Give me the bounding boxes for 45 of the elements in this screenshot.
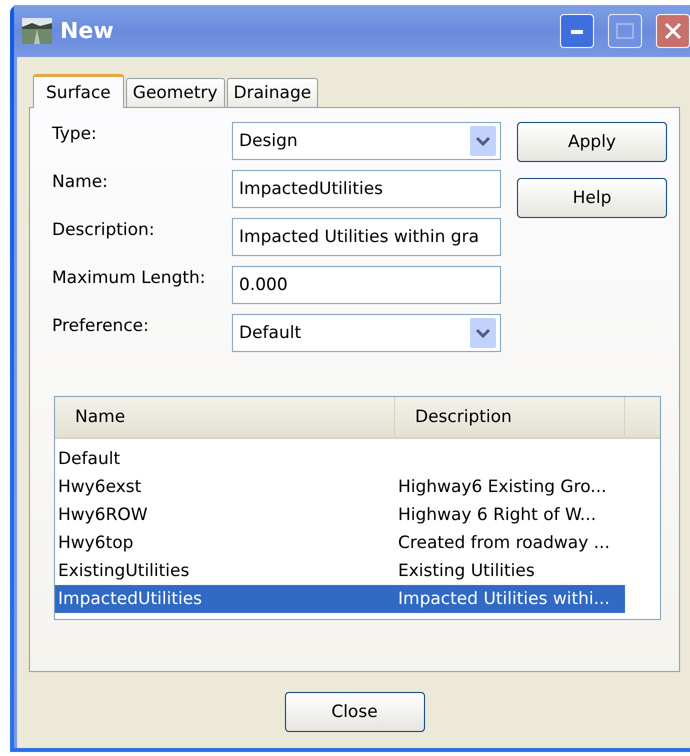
maximize-button[interactable] (608, 14, 642, 48)
close-dialog-button[interactable]: Close (284, 692, 424, 732)
tab[interactable]: Geometry (126, 78, 225, 107)
caret-icon (470, 126, 496, 156)
column-header[interactable]: Description (395, 397, 625, 437)
window-title: New (60, 18, 115, 44)
close-icon (663, 21, 683, 41)
list-row[interactable]: ImpactedUtilities Impacted Utilities withi... (55, 585, 625, 613)
minimize-button[interactable] (560, 14, 594, 48)
dropdown[interactable]: Design (232, 122, 501, 160)
tab[interactable]: Drainage (226, 78, 318, 107)
caret-icon (470, 318, 496, 348)
input-field[interactable]: ImpactedUtilities (232, 170, 501, 208)
table-cell-text: Hwy6top (57, 533, 134, 553)
table-cell-text: Default (57, 449, 122, 469)
table-cell-text: ExistingUtilities (57, 561, 190, 581)
field-label: Name: (52, 171, 109, 192)
table-cell-text: Hwy6exst (57, 477, 142, 497)
table-cell-text: Impacted Utilities withi... (397, 589, 611, 609)
list-row[interactable]: ExistingUtilities Existing Utilities (55, 557, 625, 585)
action-button[interactable]: Help (517, 178, 667, 218)
field-label: Type: (52, 123, 98, 144)
input-field[interactable]: 0.000 (232, 266, 501, 304)
table-cell-text: Highway 6 Right of W... (397, 505, 598, 525)
field-label: Maximum Length: (52, 267, 207, 288)
tab[interactable]: Surface (33, 74, 124, 108)
list-row[interactable]: Hwy6ROW Highway 6 Right of W... (55, 501, 625, 529)
table-cell-text: Existing Utilities (397, 561, 536, 581)
table-cell-text: Highway6 Existing Gro... (397, 477, 608, 497)
close-button[interactable] (656, 14, 690, 48)
table-cell-text: Hwy6ROW (57, 505, 149, 525)
minimize-icon (571, 28, 583, 34)
dropdown[interactable]: Default (232, 314, 501, 352)
list-row[interactable]: Hwy6exst Highway6 Existing Gro... (55, 473, 625, 501)
input-field[interactable]: Impacted Utilities within gra (232, 218, 501, 256)
column-header[interactable]: Name (55, 397, 395, 437)
table-cell-text: Created from roadway ... (397, 533, 611, 553)
field-label: Description: (52, 219, 156, 240)
list-row[interactable]: Hwy6top Created from roadway ... (55, 529, 625, 557)
action-button[interactable]: Apply (517, 122, 667, 162)
field-label: Preference: (52, 315, 150, 336)
list-row[interactable]: Default (55, 445, 625, 473)
table-cell-text: ImpactedUtilities (57, 589, 204, 609)
app-icon (22, 18, 52, 44)
maximize-icon (616, 23, 634, 39)
